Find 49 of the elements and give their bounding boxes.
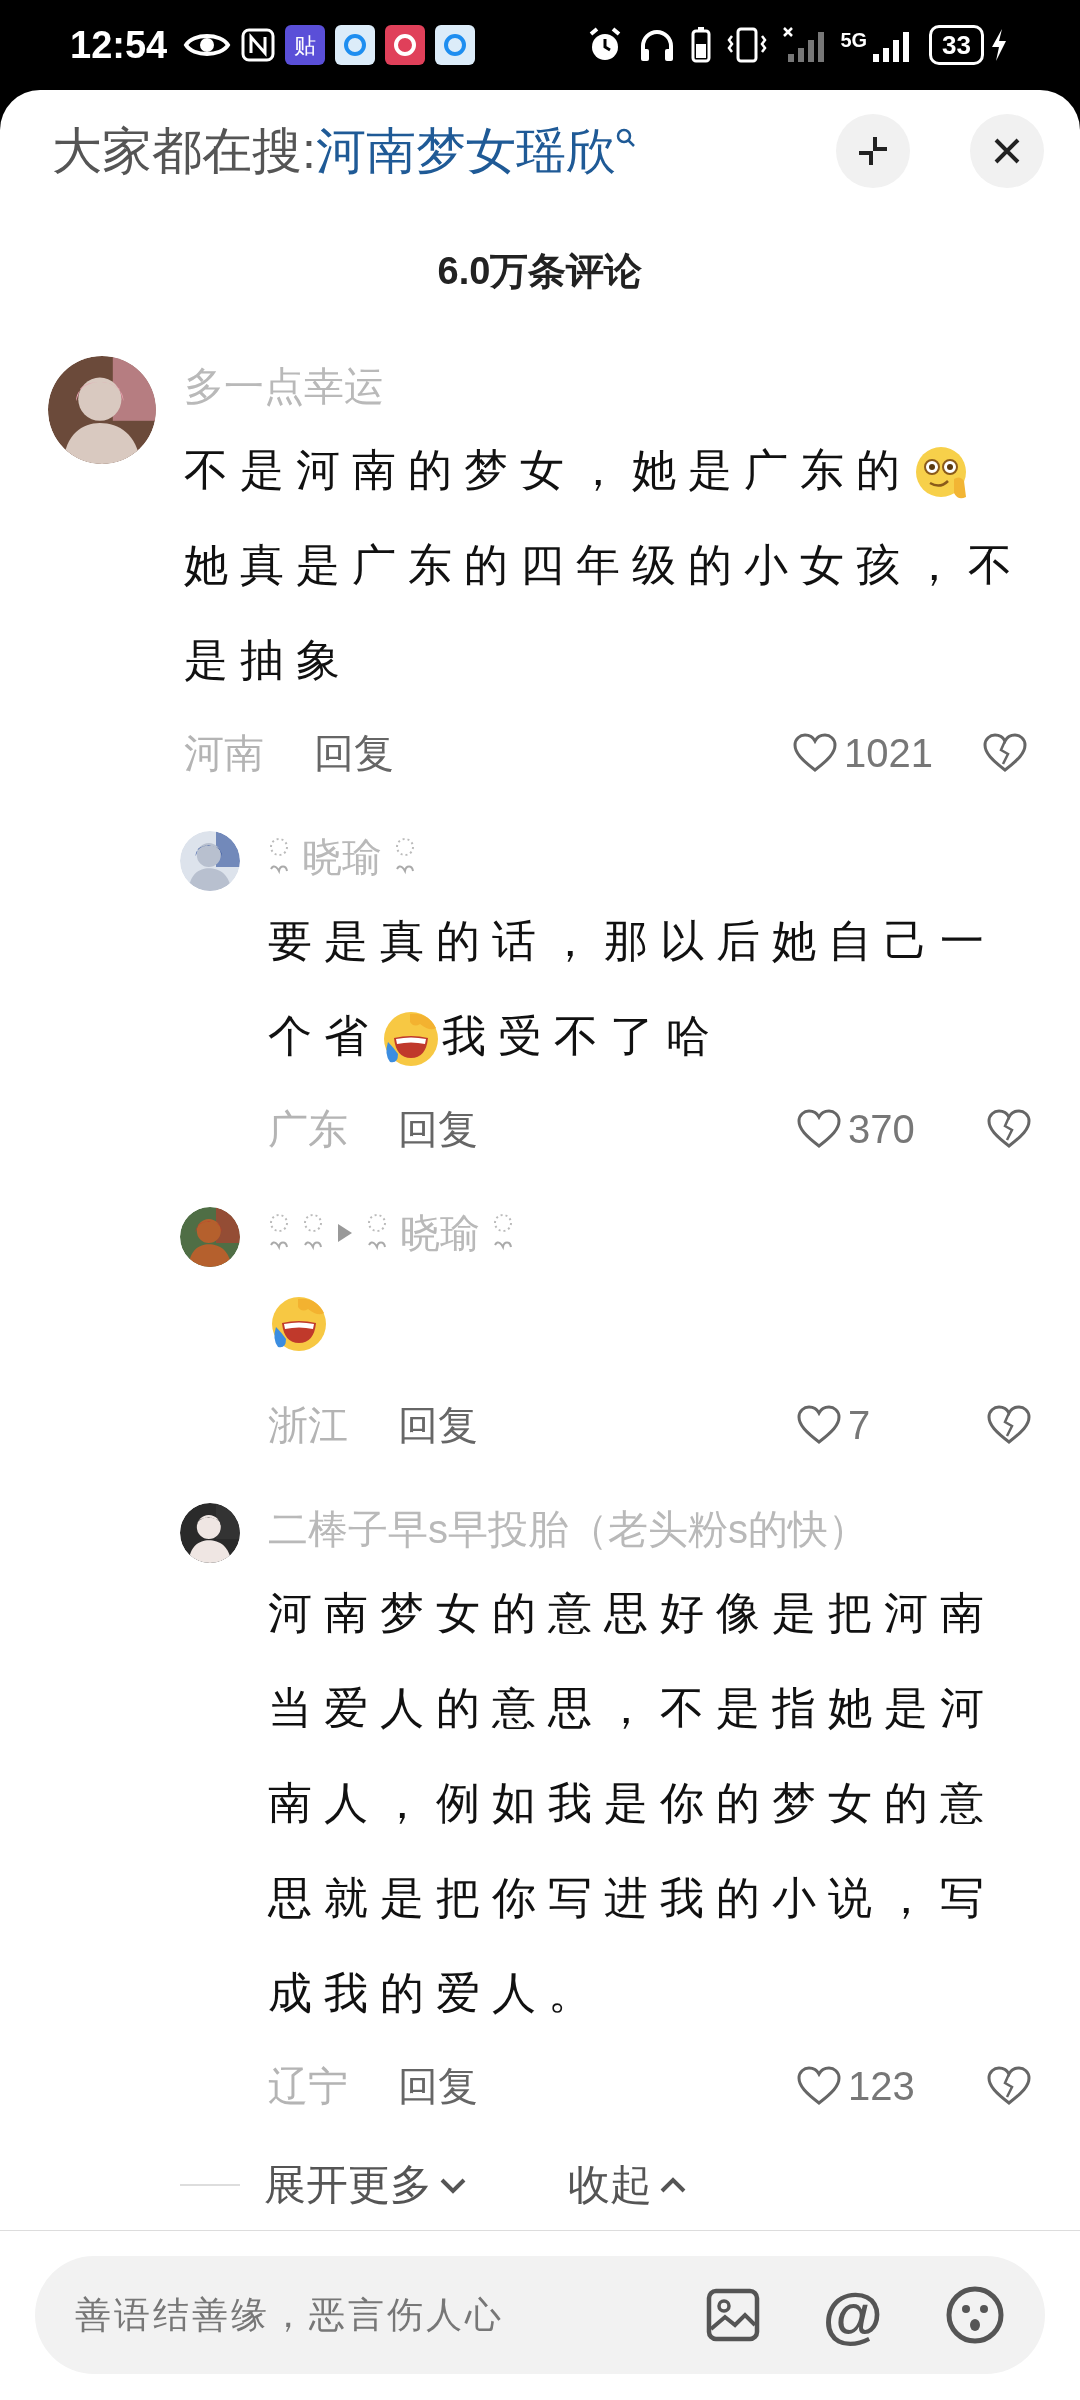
like-icon[interactable] xyxy=(796,2065,842,2108)
reply-arrow-icon xyxy=(336,1222,354,1245)
search-link[interactable]: 河南梦女瑶欣 xyxy=(315,113,616,189)
reply-button[interactable]: 回复 xyxy=(398,2056,478,2117)
like-count: 123 xyxy=(848,2063,916,2111)
username: 晓瑜 xyxy=(400,1210,480,1258)
collapse-button[interactable]: 收起 xyxy=(568,2153,688,2217)
search-label: 大家都在搜: xyxy=(52,121,316,181)
like-count: 7 xyxy=(848,1402,872,1450)
expand-more-button[interactable]: 展开更多 xyxy=(264,2153,468,2217)
location-text: 河南 xyxy=(184,730,264,778)
location-text: 浙江 xyxy=(268,1402,348,1450)
small-battery-icon xyxy=(690,26,713,64)
comment-text: 是抽象 xyxy=(184,634,352,687)
reply-button[interactable]: 回复 xyxy=(398,1395,478,1456)
image-icon[interactable] xyxy=(704,2287,761,2344)
location-text: 广东 xyxy=(268,1106,348,1154)
vibrate-icon xyxy=(726,26,769,64)
clock-time: 12:54 xyxy=(70,22,168,68)
like-count: 1021 xyxy=(844,730,934,778)
comment-text: 要是真的话，那以后她自己一 xyxy=(268,915,996,968)
comment-input[interactable]: 善语结善缘，恶言伤人心 @ xyxy=(35,2256,1045,2375)
comment-text: 不是河南的梦女，她是广东的 xyxy=(184,444,912,497)
like-icon[interactable] xyxy=(792,732,838,775)
app-icon: 贴 xyxy=(285,25,326,65)
dislike-icon[interactable] xyxy=(986,1108,1032,1151)
dislike-icon[interactable] xyxy=(986,2065,1032,2108)
like-icon[interactable] xyxy=(796,1108,842,1151)
battery-level: 33 xyxy=(929,25,984,65)
username: 二棒子早s早投胎（老头粉s的快） xyxy=(268,1506,868,1554)
like-icon[interactable] xyxy=(796,1404,842,1447)
reply-button[interactable]: 回复 xyxy=(314,723,394,784)
comment-text: 个省 xyxy=(268,1010,380,1063)
comment-text: 我受不了哈 xyxy=(442,1010,722,1063)
reply-button[interactable]: 回复 xyxy=(398,1099,478,1160)
comment-text: 她真是广东的四年级的小女孩，不 xyxy=(184,539,1024,592)
username: 多一点幸运 xyxy=(184,363,384,411)
like-count: 370 xyxy=(848,1106,916,1154)
network-type: 5G xyxy=(840,30,868,50)
nfc-icon xyxy=(241,28,276,62)
comment-count: 6.0万条评论 xyxy=(437,248,643,294)
mention-button[interactable]: @ xyxy=(822,2284,883,2347)
emoji-icon[interactable] xyxy=(945,2285,1005,2346)
username: 晓瑜 xyxy=(302,834,382,882)
location-text: 辽宁 xyxy=(268,2063,348,2111)
dislike-icon[interactable] xyxy=(982,732,1028,775)
no-signal-icon xyxy=(782,26,827,64)
comment-text: 河南梦女的意思好像是把河南当爱人的意思，不是指她是河南人，例如我是你的梦女的意思就是把你写进我的小说，写成我的爱人。 xyxy=(268,1587,997,2020)
dislike-icon[interactable] xyxy=(986,1404,1032,1447)
